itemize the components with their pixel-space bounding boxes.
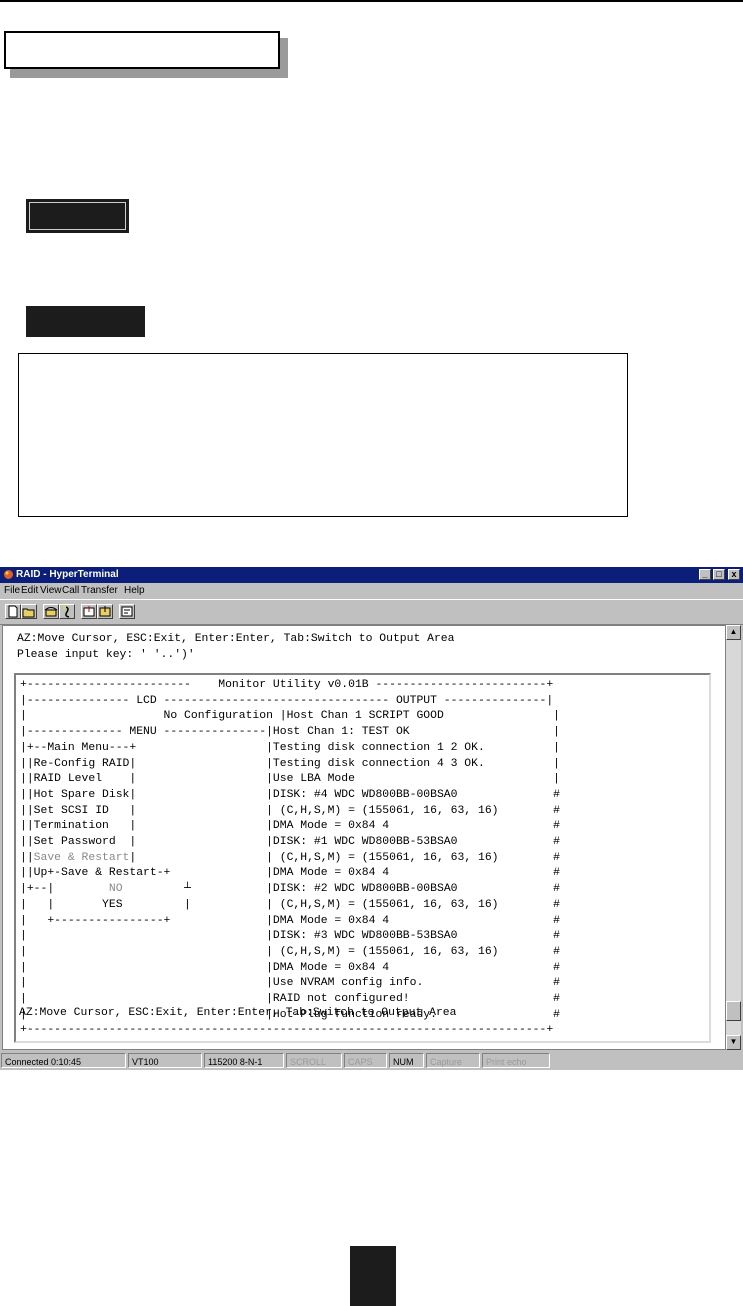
menu-view[interactable]: View bbox=[40, 584, 62, 598]
menu-edit[interactable]: Edit bbox=[21, 584, 38, 598]
scroll-up-button[interactable]: ▲ bbox=[726, 625, 741, 640]
menu-row[interactable]: ||RAID Level | |Use LBA Mode | bbox=[20, 772, 560, 788]
toolbar bbox=[0, 599, 743, 625]
save-restart-disabled-label: Save & Restart bbox=[33, 851, 130, 864]
frame-bottom-row: +---------------------------------------… bbox=[20, 1024, 554, 1037]
receive-icon[interactable] bbox=[97, 604, 113, 619]
terminal-header-line: AZ:Move Cursor, ESC:Exit, Enter:Enter, T… bbox=[17, 633, 455, 645]
hyperterminal-icon bbox=[4, 570, 13, 579]
window-title: RAID - HyperTerminal bbox=[16, 569, 119, 580]
menu-transfer[interactable]: Transfer bbox=[81, 584, 118, 598]
new-icon[interactable] bbox=[5, 604, 21, 619]
status-connected: Connected 0:10:45 bbox=[1, 1053, 126, 1068]
dark-label-box bbox=[26, 199, 129, 233]
hyperterminal-window: RAID - HyperTerminal _ □ x File Edit Vie… bbox=[0, 567, 743, 1070]
frame-row: | | (C,H,S,M) = (155061, 16, 63, 16) # bbox=[20, 945, 561, 958]
send-icon[interactable] bbox=[81, 604, 97, 619]
phone-icon[interactable] bbox=[43, 604, 59, 619]
frame-row: | |DMA Mode = 0x84 4 # bbox=[20, 961, 561, 974]
title-bar: RAID - HyperTerminal _ □ x bbox=[0, 567, 743, 583]
frame-row: | No Configuration |Host Chan 1 SCRIPT G… bbox=[20, 710, 561, 723]
status-emulation: VT100 bbox=[128, 1053, 202, 1068]
terminal-area[interactable]: AZ:Move Cursor, ESC:Exit, Enter:Enter, T… bbox=[2, 625, 726, 1050]
menu-row[interactable]: ||Set SCSI ID | | (C,H,S,M) = (155061, 1… bbox=[20, 804, 560, 820]
minimize-button[interactable]: _ bbox=[699, 569, 711, 580]
top-rule bbox=[0, 0, 743, 2]
dialog-no-option[interactable]: NO bbox=[109, 883, 123, 895]
menu-help[interactable]: Help bbox=[124, 584, 145, 598]
menu-row-save-restart[interactable]: ||Save & Restart| | (C,H,S,M) = (155061,… bbox=[20, 851, 560, 867]
properties-icon[interactable] bbox=[119, 604, 135, 619]
dark-label-bar bbox=[26, 306, 145, 337]
terminal-footer-line: AZ:Move Cursor, ESC:Exit, Enter:Enter, T… bbox=[19, 1007, 457, 1019]
status-num: NUM bbox=[389, 1053, 424, 1068]
terminal-text: AZ:Move Cursor, ESC:Exit, Enter:Enter, T… bbox=[3, 626, 727, 1051]
menu-row[interactable]: ||Termination | |DMA Mode = 0x84 4 # bbox=[20, 819, 560, 835]
vertical-scrollbar[interactable]: ▲ ▼ bbox=[726, 625, 741, 1050]
menu-file[interactable]: File bbox=[4, 584, 20, 598]
status-settings: 115200 8-N-1 bbox=[204, 1053, 284, 1068]
status-print-echo: Print echo bbox=[482, 1053, 550, 1068]
status-caps: CAPS bbox=[344, 1053, 387, 1068]
open-icon[interactable] bbox=[21, 604, 37, 619]
dialog-row: ||Up+-Save & Restart-+ |DMA Mode = 0x84 … bbox=[20, 867, 561, 880]
scroll-down-button[interactable]: ▼ bbox=[726, 1035, 741, 1050]
menu-bar: File Edit View Call Transfer Help bbox=[0, 584, 743, 598]
terminal-prompt-line: Please input key: ' '..')' bbox=[17, 649, 195, 661]
frame-row: | +----------------+ |DMA Mode = 0x84 4 … bbox=[20, 914, 561, 927]
menu-call[interactable]: Call bbox=[62, 584, 79, 598]
dialog-yes-row[interactable]: | | YES | | (C,H,S,M) = (155061, 16, 63,… bbox=[20, 898, 560, 914]
frame-row: | |DISK: #3 WDC WD800BB-53BSA0 # bbox=[20, 930, 561, 943]
monitor-utility-frame: +------------------------ Monitor Utilit… bbox=[14, 673, 711, 1043]
status-bar: Connected 0:10:45 VT100 115200 8-N-1 SCR… bbox=[0, 1052, 743, 1070]
menu-row[interactable]: ||Set Password | |DISK: #1 WDC WD800BB-5… bbox=[20, 835, 560, 851]
empty-frame bbox=[18, 353, 628, 517]
page-number-tab bbox=[350, 1246, 396, 1306]
status-capture: Capture bbox=[426, 1053, 480, 1068]
menu-row[interactable]: ||Re-Config RAID| |Testing disk connecti… bbox=[20, 757, 560, 773]
close-button[interactable]: x bbox=[728, 569, 740, 580]
disconnect-icon[interactable] bbox=[59, 604, 75, 619]
frame-row: | |Use NVRAM config info. # bbox=[20, 977, 561, 990]
maximize-button[interactable]: □ bbox=[713, 569, 725, 580]
frame-row: +------------------------ Monitor Utilit… bbox=[20, 679, 554, 691]
scroll-thumb[interactable] bbox=[726, 1001, 741, 1021]
frame-row: |--------------- LCD -------------------… bbox=[20, 694, 554, 707]
status-scroll: SCROLL bbox=[286, 1053, 342, 1068]
dialog-no-row[interactable]: |+--| NO ┴ |DISK: #2 WDC WD800BB-00BSA0 … bbox=[20, 882, 560, 898]
header-box bbox=[4, 31, 280, 69]
menu-row[interactable]: ||Hot Spare Disk| |DISK: #4 WDC WD800BB-… bbox=[20, 788, 560, 804]
frame-row: |-------------- MENU ---------------|Hos… bbox=[20, 726, 561, 739]
menu-row: |+--Main Menu---+ |Testing disk connecti… bbox=[20, 741, 561, 754]
